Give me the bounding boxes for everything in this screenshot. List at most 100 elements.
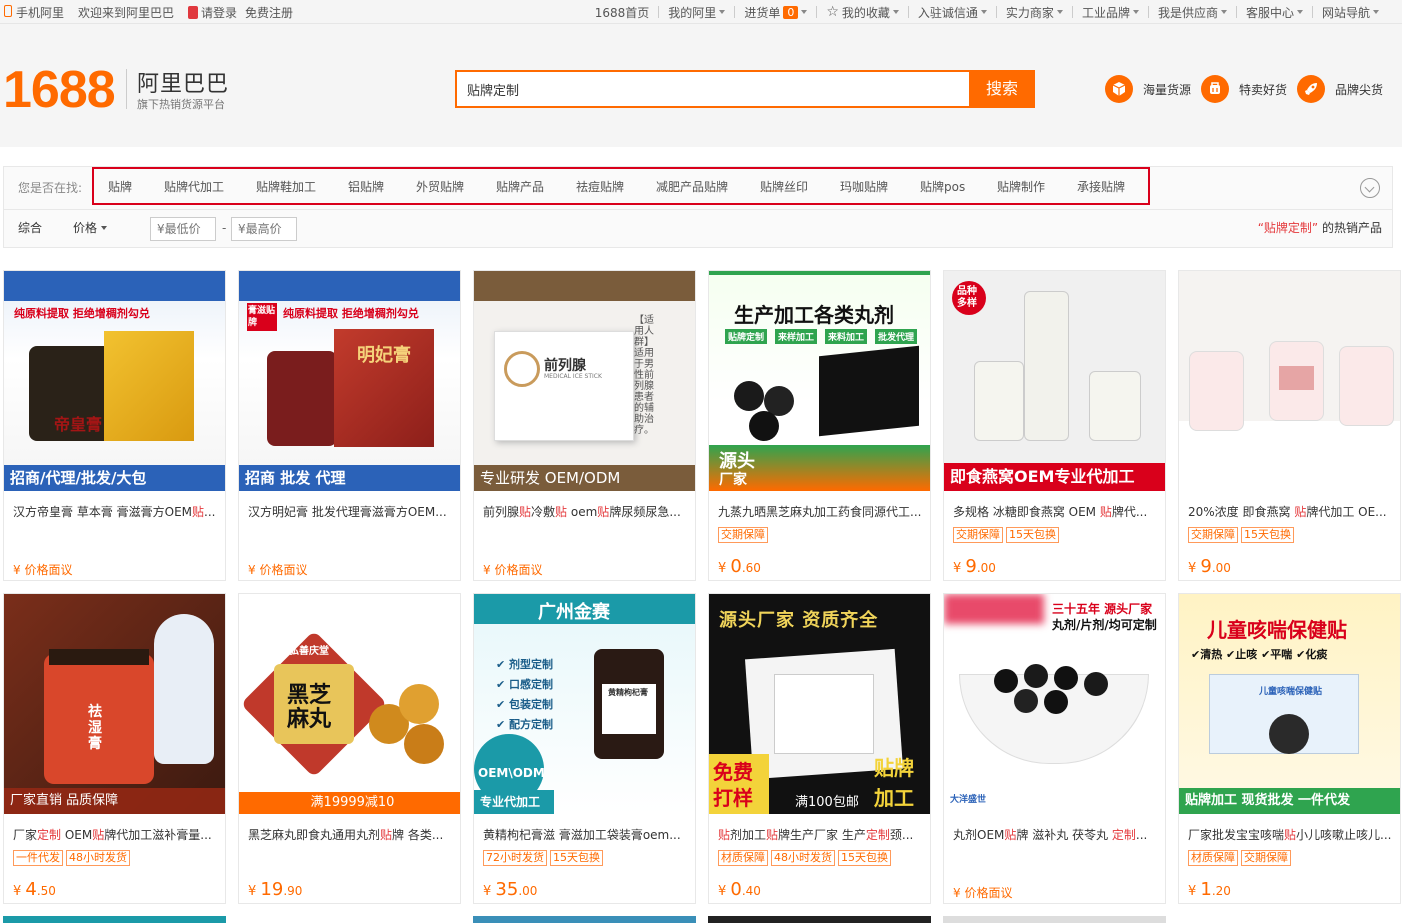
- top-nav-item[interactable]: 进货单 0: [735, 4, 816, 21]
- service-tag: 48小时发货: [66, 850, 130, 866]
- product-card[interactable]: 弘善庆堂 黑芝麻丸 满19999减10 黑芝麻丸即食丸通用丸剂贴牌 各类... ¥ 19…: [238, 593, 461, 904]
- image-text: 打样: [713, 786, 753, 810]
- product-image[interactable]: 纯原料提取 拒绝增稠剂勾兑 帝皇膏 招商/代理/批发/大包: [4, 271, 225, 491]
- register-link[interactable]: 免费注册: [245, 4, 293, 21]
- top-nav-item[interactable]: 我是供应商: [1149, 4, 1236, 21]
- product-title[interactable]: 丸剂OEM贴牌 滋补丸 茯苓丸 定制...: [953, 826, 1158, 843]
- hot-suffix: 的热销产品: [1321, 221, 1382, 235]
- product-card[interactable]: 祛湿膏 厂家直销 品质保障厂家定制 OEM贴牌代加工滋补膏量... 一件代发 48小时…: [3, 593, 226, 904]
- top-nav-item[interactable]: ☆ 我的收藏: [817, 4, 908, 21]
- product-image[interactable]: 儿童咳喘保健贴 ✔清热 ✔止咳 ✔平喘 ✔化痰 儿童咳喘保健贴 贴牌加工 现货批发 一…: [1179, 594, 1400, 814]
- suggestion-item[interactable]: 减肥产品贴牌: [656, 169, 728, 205]
- top-nav-label: 我的阿里: [668, 5, 717, 20]
- product-image[interactable]: 生产加工各类丸剂 贴牌定制 来样加工 来料加工 批发代理 源头 厂家: [709, 271, 930, 491]
- top-nav-item[interactable]: 网站导航: [1313, 4, 1388, 21]
- suggestion-item[interactable]: 贴牌制作: [997, 169, 1045, 205]
- product-card[interactable]: 生产加工各类丸剂 贴牌定制 来样加工 来料加工 批发代理 源头 厂家九蒸九晒黑芝麻丸加工药食…: [708, 270, 931, 581]
- product-price: ¥ 0.60: [718, 556, 761, 577]
- chevron-down-icon: [1296, 10, 1303, 14]
- product-image[interactable]: 前列腺 MEDICAL ICE STICK 【适用人群】适用于男性前列腺患者的辅助治…: [474, 271, 695, 491]
- max-price-input[interactable]: [231, 217, 297, 241]
- mobile-ali-link[interactable]: 手机阿里: [0, 4, 64, 21]
- product-image[interactable]: 品种多样 即食燕窝OEM专业代加工: [944, 271, 1165, 491]
- product-title[interactable]: 九蒸九晒黑芝麻丸加工药食同源代工...: [718, 503, 923, 520]
- product-title[interactable]: 汉方明妃膏 批发代理膏滋膏方OEM...: [248, 503, 453, 520]
- service-tags: 材质保障 交期保障: [1188, 850, 1294, 866]
- product-title[interactable]: 厂家定制 OEM贴牌代加工滋补膏量...: [13, 826, 218, 843]
- login-link[interactable]: 请登录: [188, 4, 237, 21]
- product-image[interactable]: 膏滋贴牌 纯原料提取 拒绝增稠剂勾兑 明妃膏 招商 批发 代理: [239, 271, 460, 491]
- feature-brand-goods[interactable]: 品牌尖货: [1297, 74, 1383, 104]
- feature-label: 特卖好货: [1239, 82, 1288, 97]
- price-decimal: .40: [741, 884, 761, 898]
- product-title[interactable]: 贴剂加工贴牌生产厂家 生产定制颈...: [718, 826, 923, 843]
- sort-price[interactable]: 价格: [73, 210, 108, 246]
- product-card[interactable]: 膏滋贴牌 纯原料提取 拒绝增稠剂勾兑 明妃膏 招商 批发 代理汉方明妃膏 批发代理膏滋…: [238, 270, 461, 581]
- suggestion-item[interactable]: 贴牌pos: [920, 169, 965, 205]
- search-input[interactable]: [457, 72, 969, 106]
- image-text: 纯原料提取 拒绝增稠剂勾兑: [283, 307, 419, 320]
- product-image[interactable]: 弘善庆堂 黑芝麻丸 满19999减10: [239, 594, 460, 814]
- product-card[interactable]: 品种多样 即食燕窝OEM专业代加工 多规格 冰糖即食燕窝 OEM 贴牌代... 交期保…: [943, 270, 1166, 581]
- image-text: 帝皇膏: [54, 415, 103, 434]
- image-text: 前列腺: [544, 358, 586, 374]
- product-title[interactable]: 20%浓度 即食燕窝 贴牌代加工 OE...: [1188, 503, 1393, 520]
- image-text: ✔清热 ✔止咳 ✔平喘 ✔化痰: [1191, 648, 1328, 661]
- price-integer: 0: [730, 879, 742, 900]
- image-banner: 专业研发 OEM/ODM: [474, 465, 695, 491]
- suggestion-item[interactable]: 贴牌鞋加工: [256, 169, 316, 205]
- hot-products-label[interactable]: “贴牌定制” 的热销产品: [1258, 210, 1382, 246]
- feature-special-sale[interactable]: 特卖好货: [1201, 74, 1287, 104]
- suggestion-item[interactable]: 铝贴牌: [348, 169, 384, 205]
- feature-mass-supply[interactable]: 海量货源: [1105, 74, 1191, 104]
- product-title[interactable]: 黄精枸杞膏滋 膏滋加工袋装膏oem...: [483, 826, 688, 843]
- product-card[interactable]: 广州金赛 ✔ 剂型定制 ✔ 口感定制 ✔ 包装定制 ✔ 配方定制 黄精枸杞膏 OEM\ODM…: [473, 593, 696, 904]
- product-title[interactable]: 多规格 冰糖即食燕窝 OEM 贴牌代...: [953, 503, 1158, 520]
- suggestion-item[interactable]: 贴牌丝印: [760, 169, 808, 205]
- product-title[interactable]: 厂家批发宝宝咳喘贴小儿咳嗽止咳儿...: [1188, 826, 1393, 843]
- min-price-input[interactable]: [150, 217, 216, 241]
- price-integer: 9: [1200, 556, 1212, 577]
- price-decimal: .00: [1211, 561, 1231, 575]
- logo-1688[interactable]: 1688: [3, 64, 116, 116]
- product-price: ¥ 9.00: [1188, 556, 1231, 577]
- suggestion-item[interactable]: 贴牌产品: [496, 169, 544, 205]
- top-nav-item[interactable]: 实力商家: [997, 4, 1072, 21]
- product-image[interactable]: [1179, 271, 1400, 491]
- chevron-down-icon: [719, 10, 726, 14]
- suggestion-item[interactable]: 贴牌: [108, 169, 132, 205]
- product-image[interactable]: 广州金赛 ✔ 剂型定制 ✔ 口感定制 ✔ 包装定制 ✔ 配方定制 黄精枸杞膏 OEM\ODM…: [474, 594, 695, 814]
- product-card[interactable]: 前列腺 MEDICAL ICE STICK 【适用人群】适用于男性前列腺患者的辅助治…: [473, 270, 696, 581]
- product-card[interactable]: 20%浓度 即食燕窝 贴牌代加工 OE... 交期保障 15天包换 ¥ 9.00: [1178, 270, 1401, 581]
- suggestion-item[interactable]: 祛痘贴牌: [576, 169, 624, 205]
- top-nav-item[interactable]: 我的阿里: [659, 4, 734, 21]
- product-title[interactable]: 黑芝麻丸即食丸通用丸剂贴牌 各类...: [248, 826, 453, 843]
- suggestion-item[interactable]: 贴牌代加工: [164, 169, 224, 205]
- image-text: 纯原料提取 拒绝增稠剂勾兑: [14, 307, 150, 320]
- suggestion-item[interactable]: 玛咖贴牌: [840, 169, 888, 205]
- suggestion-item[interactable]: 承接贴牌: [1077, 169, 1125, 205]
- product-title[interactable]: 汉方帝皇膏 草本膏 膏滋膏方OEM贴...: [13, 503, 218, 520]
- expand-circle-icon[interactable]: [1360, 178, 1380, 198]
- product-card[interactable]: 三十五年 源头厂家 丸剂/片剂/均可定制 大洋盛世丸剂OEM贴牌 滋补丸 茯苓丸 定…: [943, 593, 1166, 904]
- product-price: ¥ 价格面议: [248, 563, 308, 577]
- sort-overall[interactable]: 综合: [18, 210, 42, 246]
- product-card[interactable]: 纯原料提取 拒绝增稠剂勾兑 帝皇膏 招商/代理/批发/大包 汉方帝皇膏 草本膏 膏滋膏…: [3, 270, 226, 581]
- service-tag: 一件代发: [13, 850, 63, 866]
- top-nav-item[interactable]: 工业品牌: [1073, 4, 1148, 21]
- product-image[interactable]: 源头厂家 资质齐全 免费 打样 贴牌 加工 满100包邮: [709, 594, 930, 814]
- product-title[interactable]: 前列腺贴冷敷贴 oem贴牌尿频尿急...: [483, 503, 688, 520]
- product-card[interactable]: 儿童咳喘保健贴 ✔清热 ✔止咳 ✔平喘 ✔化痰 儿童咳喘保健贴 贴牌加工 现货批发 一…: [1178, 593, 1401, 904]
- image-banner: 满19999减10: [239, 792, 460, 814]
- product-card[interactable]: 源头厂家 资质齐全 免费 打样 贴牌 加工 满100包邮贴剂加工贴牌生产厂家 生产定制颈.…: [708, 593, 931, 904]
- top-nav-item[interactable]: 入驻诚信通: [909, 4, 996, 21]
- product-image[interactable]: 祛湿膏 厂家直销 品质保障: [4, 594, 225, 814]
- top-nav-item[interactable]: 客服中心: [1237, 4, 1312, 21]
- logo-alibaba[interactable]: 阿里巴巴: [137, 66, 229, 98]
- cart-count-badge: 0: [783, 5, 799, 19]
- search-button[interactable]: 搜索: [969, 70, 1035, 108]
- top-nav-item[interactable]: 1688首页: [586, 4, 659, 21]
- image-text: 弘善庆堂: [289, 646, 329, 657]
- product-image[interactable]: 三十五年 源头厂家 丸剂/片剂/均可定制 大洋盛世: [944, 594, 1165, 814]
- suggestion-item[interactable]: 外贸贴牌: [416, 169, 464, 205]
